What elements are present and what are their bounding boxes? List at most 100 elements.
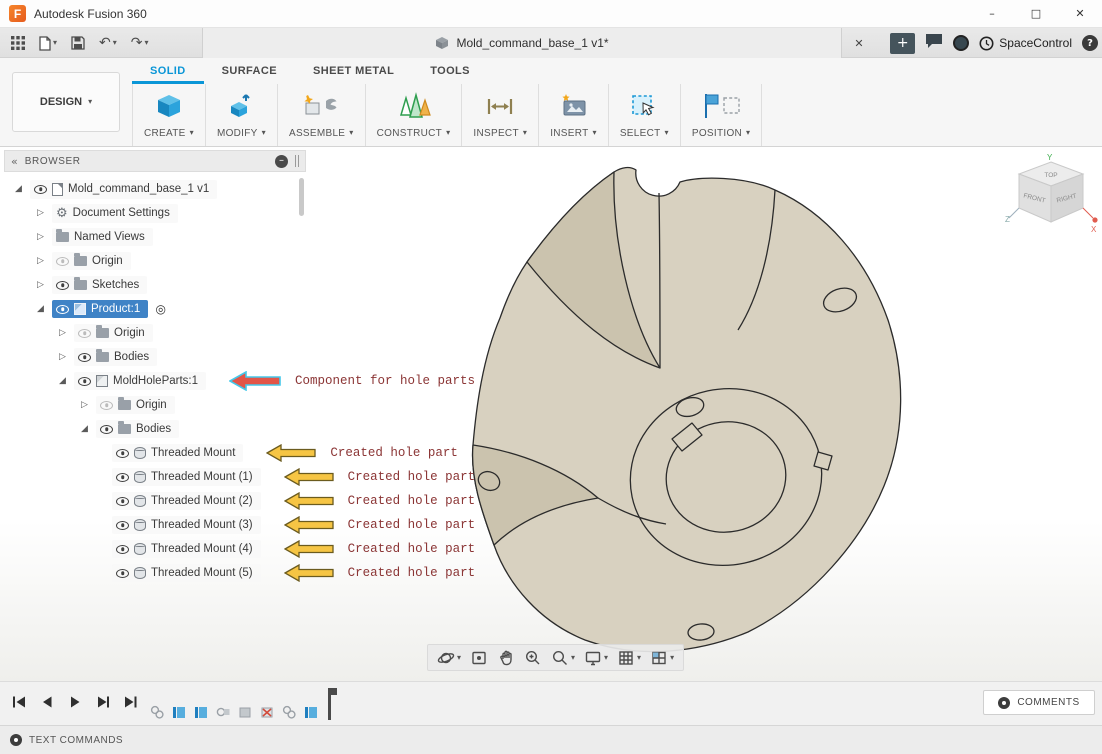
ribbon-group-position[interactable]: POSITION ▾ [681,84,763,146]
timeline-item[interactable] [192,703,209,720]
visibility-eye-icon[interactable] [116,496,129,506]
expander-expanded-icon[interactable]: ◢ [78,424,91,434]
comments-button[interactable]: COMMENTS [983,690,1095,715]
text-commands-label[interactable]: TEXT COMMANDS [29,735,123,746]
pan-button[interactable] [497,649,515,667]
expander-collapsed-icon[interactable]: ▷ [34,208,47,218]
tree-row-bodies[interactable]: ◢ Bodies [4,417,306,441]
tree-item[interactable]: Threaded Mount (2) [112,492,261,510]
undo-button[interactable]: ↶ ▾ [94,32,122,54]
close-document-button[interactable]: ✕ [846,28,872,58]
tree-item[interactable]: Named Views [52,228,153,246]
ribbon-group-create[interactable]: CREATE ▾ [132,84,206,146]
tree-item-selected[interactable]: Product:1 [52,300,149,318]
play-button[interactable] [64,690,86,714]
visibility-eye-icon[interactable] [116,520,129,530]
browser-header[interactable]: « BROWSER – [4,150,306,172]
collapse-panel-icon[interactable]: « [11,155,18,168]
tree-row-moldholeparts[interactable]: ◢ MoldHoleParts:1 Component for hole par… [4,369,475,393]
visibility-eye-off-icon[interactable] [56,256,69,266]
tree-item[interactable]: Threaded Mount (4) [112,540,261,558]
tab-solid[interactable]: SOLID [132,58,204,84]
save-button[interactable] [66,33,90,53]
tree-item[interactable]: Origin [52,252,131,270]
timeline-item[interactable] [302,703,319,720]
tree-row-threaded-mount-3[interactable]: Threaded Mount (3) Created hole part [4,513,475,537]
visibility-eye-off-icon[interactable] [78,328,91,338]
grid-snap-button[interactable]: ▾ [617,649,641,667]
redo-button[interactable]: ↷ ▾ [126,32,154,54]
tree-row-threaded-mount-1[interactable]: Threaded Mount (1) Created hole part [4,465,475,489]
tab-tools[interactable]: TOOLS [412,58,488,84]
app-grid-button[interactable] [6,33,30,53]
ribbon-group-inspect[interactable]: INSPECT ▾ [462,84,540,146]
viewports-button[interactable]: ▾ [650,649,674,667]
tree-row-named-views[interactable]: ▷ Named Views [4,225,306,249]
orbit-button[interactable]: ▾ [437,649,461,667]
ribbon-group-insert[interactable]: INSERT ▾ [539,84,609,146]
document-tab[interactable]: Mold_command_base_1 v1* [202,28,842,58]
skip-to-start-button[interactable] [8,690,30,714]
tree-item[interactable]: ⚙ Document Settings [52,203,178,223]
tree-item-root[interactable]: Mold_command_base_1 v1 [30,179,218,199]
minimize-button[interactable]: – [970,0,1014,27]
maximize-button[interactable]: □ [1014,0,1058,27]
zoom-window-button[interactable] [524,649,542,667]
tree-item[interactable]: Bodies [96,420,180,438]
visibility-eye-icon[interactable] [34,184,47,194]
step-back-button[interactable] [36,690,58,714]
feedback-button[interactable] [925,33,943,54]
timeline-item[interactable] [236,703,253,720]
tree-row-product-1[interactable]: ◢ Product:1 ◎ [4,297,306,321]
expander-collapsed-icon[interactable]: ▷ [34,256,47,266]
expander-collapsed-icon[interactable]: ▷ [78,400,91,410]
close-button[interactable]: ✕ [1058,0,1102,27]
tree-row-sketches[interactable]: ▷ Sketches [4,273,306,297]
expander-expanded-icon[interactable]: ◢ [12,184,25,194]
timeline-item[interactable] [148,703,165,720]
visibility-eye-icon[interactable] [116,472,129,482]
viewcube[interactable]: Y TOP FRONT RIGHT Z X [1003,152,1099,242]
file-menu-button[interactable]: ▾ [34,33,62,54]
tree-row-threaded-mount-4[interactable]: Threaded Mount (4) Created hole part [4,537,475,561]
tab-sheet-metal[interactable]: SHEET METAL [295,58,412,84]
step-forward-button[interactable] [92,690,114,714]
tree-row-threaded-mount-2[interactable]: Threaded Mount (2) Created hole part [4,489,475,513]
visibility-eye-icon[interactable] [56,280,69,290]
visibility-eye-icon[interactable] [116,544,129,554]
timeline-item[interactable] [170,703,187,720]
tree-item[interactable]: Threaded Mount (3) [112,516,261,534]
tree-item[interactable]: Threaded Mount (1) [112,468,261,486]
help-button[interactable]: ? [1082,35,1098,51]
tree-row-threaded-mount[interactable]: Threaded Mount Created hole part [4,441,458,465]
panel-grip-handle[interactable] [295,155,299,167]
ribbon-group-construct[interactable]: CONSTRUCT ▾ [366,84,463,146]
tree-row-origin[interactable]: ▷ Origin [4,249,306,273]
tree-row-bodies[interactable]: ▷ Bodies [4,345,306,369]
visibility-eye-off-icon[interactable] [100,400,113,410]
tree-row-origin[interactable]: ▷ Origin [4,393,306,417]
profile-icon[interactable] [953,35,970,51]
tree-item[interactable]: Sketches [52,276,148,294]
tree-item[interactable]: Bodies [74,348,158,366]
timeline-position-marker[interactable] [328,688,337,720]
expander-collapsed-icon[interactable]: ▷ [56,328,69,338]
timeline-item[interactable] [214,703,231,720]
expander-collapsed-icon[interactable]: ▷ [34,280,47,290]
display-settings-button[interactable]: ▾ [584,649,608,667]
tree-item[interactable]: Threaded Mount (5) [112,564,261,582]
visibility-eye-icon[interactable] [78,352,91,362]
expander-collapsed-icon[interactable]: ▷ [34,232,47,242]
tree-row-threaded-mount-5[interactable]: Threaded Mount (5) Created hole part [4,561,475,585]
activate-component-radio[interactable]: ◎ [153,301,169,317]
ribbon-group-assemble[interactable]: ASSEMBLE ▾ [278,84,366,146]
tree-item[interactable]: Origin [74,324,153,342]
expander-expanded-icon[interactable]: ◢ [56,376,69,386]
ribbon-group-modify[interactable]: MODIFY ▾ [206,84,278,146]
timeline-item[interactable] [280,703,297,720]
expander-collapsed-icon[interactable]: ▷ [56,352,69,362]
tree-row-origin[interactable]: ▷ Origin [4,321,306,345]
skip-to-end-button[interactable] [120,690,142,714]
tree-row-root[interactable]: ◢ Mold_command_base_1 v1 [4,177,306,201]
tree-item[interactable]: Threaded Mount [112,444,244,462]
